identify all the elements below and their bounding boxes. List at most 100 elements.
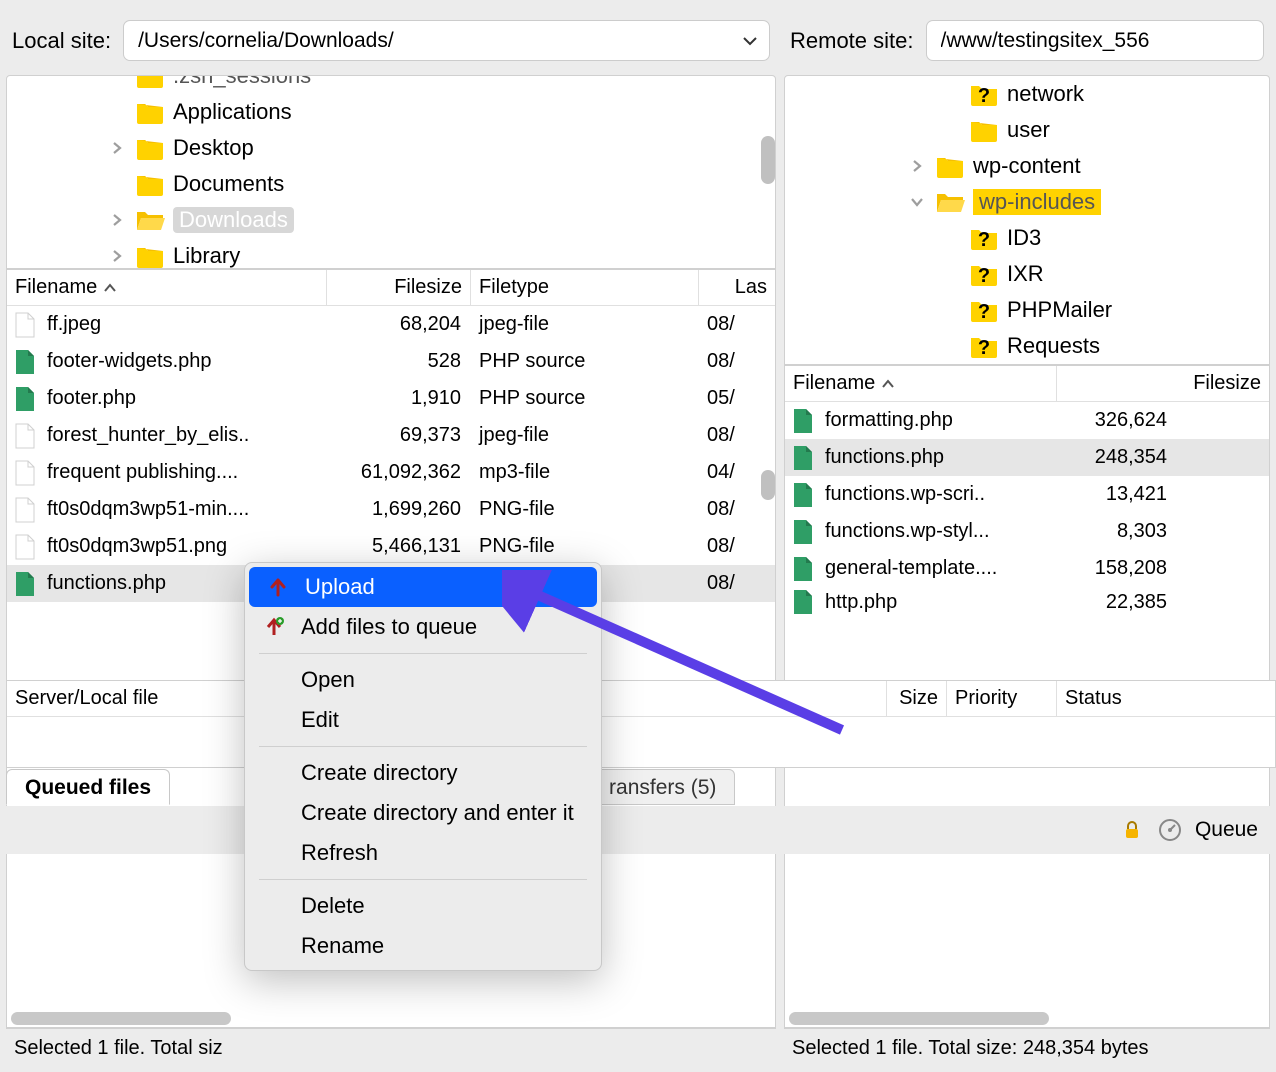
col-status[interactable]: Status (1057, 681, 1275, 716)
tree-item[interactable]: user (785, 112, 1269, 148)
menu-create-directory-enter[interactable]: Create directory and enter it (245, 793, 601, 833)
tab-queued-files[interactable]: Queued files (6, 769, 170, 805)
col-filesize[interactable]: Filesize (327, 270, 471, 305)
file-type: mp3-file (471, 461, 699, 484)
local-path-input[interactable]: /Users/cornelia/Downloads/ (123, 20, 770, 61)
tree-item[interactable]: Desktop (7, 130, 775, 166)
tree-item[interactable]: wp-content (785, 148, 1269, 184)
menu-delete[interactable]: Delete (245, 886, 601, 926)
tab-transfers[interactable]: ransfers (5) (590, 769, 735, 805)
scrollbar-thumb[interactable] (761, 470, 775, 500)
file-row[interactable]: formatting.php 326,624 (785, 402, 1269, 439)
file-size: 158,208 (1057, 557, 1177, 580)
col-filetype[interactable]: Filetype (471, 270, 699, 305)
menu-add-to-queue[interactable]: Add files to queue (245, 607, 601, 647)
file-row[interactable]: frequent publishing....61,092,362mp3-fil… (7, 454, 775, 491)
tree-item[interactable]: Documents (7, 166, 775, 202)
file-row[interactable]: ft0s0dqm3wp51.png5,466,131PNG-file08/ (7, 528, 775, 565)
file-size: 528 (327, 350, 471, 373)
gauge-icon (1157, 817, 1183, 843)
file-size: 5,466,131 (327, 535, 471, 558)
remote-list-header: Filename Filesize (785, 366, 1269, 402)
tree-item[interactable]: .zsh_sessions (7, 75, 775, 94)
local-tree[interactable]: .zsh_sessions Applications DesktopDocument… (6, 75, 776, 269)
remote-path-input[interactable]: /www/testingsitex_556 (926, 20, 1265, 61)
upload-arrow-icon (267, 576, 289, 598)
file-icon (13, 570, 37, 598)
footer-status-bar: Queue (0, 806, 1276, 854)
file-row[interactable]: forest_hunter_by_elis..69,373jpeg-file08… (7, 417, 775, 454)
file-date: 08/ (699, 350, 769, 373)
menu-refresh[interactable]: Refresh (245, 833, 601, 873)
tree-item-label: Applications (173, 99, 292, 125)
menu-separator (259, 653, 587, 654)
file-icon (791, 444, 815, 472)
col-priority[interactable]: Priority (947, 681, 1057, 716)
remote-tree[interactable]: ? network userwp-contentwp-includes?ID3?IX… (784, 75, 1270, 365)
horizontal-scrollbar[interactable] (785, 1009, 1269, 1027)
tree-item-label: PHPMailer (1007, 297, 1112, 323)
file-row[interactable]: footer.php1,910PHP source05/ (7, 380, 775, 417)
disclosure-icon[interactable] (907, 156, 927, 176)
menu-separator (259, 746, 587, 747)
svg-text:?: ? (978, 85, 990, 106)
file-row[interactable]: functions.wp-scri..13,421 (785, 476, 1269, 513)
file-size: 326,624 (1057, 409, 1177, 432)
file-icon (791, 407, 815, 435)
tree-item[interactable]: Library (7, 238, 775, 269)
file-name: ft0s0dqm3wp51-min.... (47, 498, 249, 521)
tree-item[interactable]: ?Requests (785, 328, 1269, 364)
file-row[interactable]: footer-widgets.php528PHP source08/ (7, 343, 775, 380)
tree-item[interactable]: ?IXR (785, 256, 1269, 292)
file-name: general-template.... (825, 557, 997, 580)
folder-icon (135, 75, 165, 88)
tree-item[interactable]: ?ID3 (785, 220, 1269, 256)
file-name: footer-widgets.php (47, 350, 212, 373)
transfer-body (7, 717, 1275, 767)
local-status: Selected 1 file. Total siz (6, 1028, 776, 1066)
menu-edit[interactable]: Edit (245, 700, 601, 740)
file-row[interactable]: functions.php248,354 (785, 439, 1269, 476)
menu-open[interactable]: Open (245, 660, 601, 700)
disclosure-icon[interactable] (107, 246, 127, 266)
chevron-down-icon[interactable] (737, 28, 763, 54)
col-filename[interactable]: Filename (7, 270, 327, 305)
tree-item-label: network (1007, 81, 1084, 107)
file-row[interactable]: ft0s0dqm3wp51-min....1,699,260PNG-file08… (7, 491, 775, 528)
disclosure-icon[interactable] (907, 192, 927, 212)
col-filesize[interactable]: Filesize (1057, 366, 1269, 401)
file-type: PNG-file (471, 535, 699, 558)
file-name: forest_hunter_by_elis.. (47, 424, 249, 447)
menu-upload[interactable]: Upload (249, 567, 597, 607)
disclosure-icon[interactable] (107, 138, 127, 158)
folder-icon (135, 208, 165, 232)
tree-item[interactable]: ? network (785, 76, 1269, 112)
col-size[interactable]: Size (887, 681, 947, 716)
file-icon (791, 555, 815, 583)
col-filename[interactable]: Filename (785, 366, 1057, 401)
horizontal-scrollbar[interactable] (7, 1009, 775, 1027)
scrollbar-thumb[interactable] (761, 136, 775, 184)
col-lastmod[interactable]: Las (699, 270, 775, 305)
file-icon (13, 385, 37, 413)
remote-pane: Remote site: /www/testingsitex_556 ?netw… (784, 6, 1270, 1066)
disclosure-icon (107, 75, 127, 86)
tree-item[interactable]: ?PHPMailer (785, 292, 1269, 328)
file-row[interactable]: ff.jpeg68,204jpeg-file08/ (7, 306, 775, 343)
file-row[interactable]: http.php22,385 (785, 587, 1269, 617)
file-size: 1,699,260 (327, 498, 471, 521)
menu-rename[interactable]: Rename (245, 926, 601, 966)
file-row[interactable]: general-template.... 158,208 (785, 550, 1269, 587)
tree-item[interactable]: Downloads (7, 202, 775, 238)
file-name: formatting.php (825, 409, 953, 432)
local-header: Local site: /Users/cornelia/Downloads/ (6, 6, 776, 75)
remote-path-value: /www/testingsitex_556 (941, 29, 1150, 53)
menu-create-directory[interactable]: Create directory (245, 753, 601, 793)
tree-item[interactable]: Applications (7, 94, 775, 130)
file-row[interactable]: functions.wp-styl...8,303 (785, 513, 1269, 550)
disclosure-icon (941, 84, 961, 104)
tree-item-label: IXR (1007, 261, 1044, 287)
disclosure-icon[interactable] (107, 210, 127, 230)
tree-item[interactable]: wp-includes (785, 184, 1269, 220)
context-menu: Upload Add files to queue Open Edit Crea… (244, 562, 602, 971)
